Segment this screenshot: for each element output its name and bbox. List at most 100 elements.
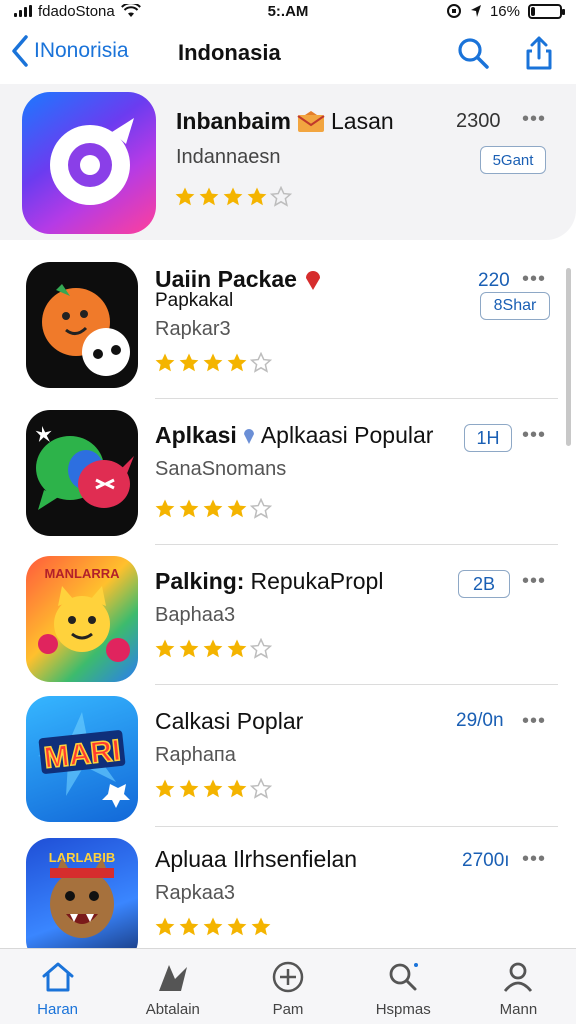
star-filled-icon [179, 779, 199, 798]
star-filled-icon [223, 187, 243, 206]
battery-fill [531, 6, 536, 16]
location-icon [470, 5, 481, 17]
featured-subtitle: Indannaesn [176, 146, 281, 168]
more-icon[interactable]: ••• [522, 424, 546, 447]
chevron-left-icon [12, 35, 28, 67]
battery-percent: 16% [489, 2, 520, 20]
app-name: Apluaa Ilrhsenfielan [155, 846, 357, 873]
tab-search[interactable]: Hspmas [346, 949, 461, 1024]
star-filled-icon [227, 499, 247, 518]
star-filled-icon [203, 499, 223, 518]
tab-home[interactable]: Haran [0, 949, 115, 1024]
app-row[interactable]: MARI Calkasi Poplar Raphaпa 29/0n ••• [0, 690, 576, 834]
app-row[interactable]: Uaiin Packae Papkakal Rapkar3 220 ••• 8S… [0, 258, 576, 402]
app-name: Palking: RepukaPropl [155, 568, 383, 595]
search-icon [389, 963, 419, 991]
app-name: Aplkasi Aplkaasi Popular [155, 422, 433, 449]
star-filled-icon [175, 187, 195, 206]
featured-get-button[interactable]: 5Gant [480, 146, 546, 174]
back-button[interactable]: INonorisia [10, 34, 129, 68]
apps-icon [158, 965, 187, 991]
app-icon[interactable]: LARLABIB [26, 838, 138, 964]
star-filled-icon [155, 353, 175, 372]
app-subtitle: Raphaпa [155, 744, 236, 766]
pin-icon [305, 270, 320, 290]
app-name: Uaiin Packae [155, 266, 323, 293]
app-name-extra: Aplkaasi Popular [260, 422, 434, 448]
more-icon[interactable]: ••• [522, 268, 546, 291]
featured-name-extra: Lasan [331, 108, 394, 134]
rating-stars [154, 778, 272, 800]
signal-icon [14, 5, 32, 17]
star-empty-icon [270, 186, 292, 207]
app-name-text: Apluaa Ilrhsenfielan [155, 846, 358, 872]
featured-name-text: Inbanbaim [176, 108, 292, 134]
svg-text:MANLARRA: MANLARRA [44, 566, 120, 581]
plus-circle-icon [272, 961, 304, 993]
tab-profile[interactable]: Mann [461, 949, 576, 1024]
star-empty-icon [250, 352, 272, 373]
app-row[interactable]: Aplkasi Aplkaasi Popular SanaSnomans 1H … [0, 404, 576, 548]
app-name-secondary: Papkakal [155, 290, 234, 311]
cat-character-icon: MANLARRA [38, 566, 130, 662]
app-name-extra: RepukaPropl [250, 568, 384, 594]
app-name-text: Calkasi Poplar [155, 708, 304, 734]
star-empty-icon [250, 498, 272, 519]
star-filled-icon [179, 639, 199, 658]
star-filled-icon [251, 917, 271, 936]
get-button[interactable]: 1H [464, 424, 512, 452]
app-icon[interactable]: MARI [26, 696, 138, 822]
rating-stars [154, 498, 272, 520]
back-label: INonorisia [34, 39, 129, 62]
get-button[interactable]: 2B [458, 570, 510, 598]
scrollbar[interactable] [566, 268, 571, 446]
app-icon[interactable] [26, 262, 138, 388]
row-divider [155, 398, 558, 399]
star-filled-icon [227, 779, 247, 798]
location-pin-icon [243, 428, 254, 444]
star-empty-icon [250, 778, 272, 799]
lock-rotation-icon [446, 4, 461, 18]
tab-add[interactable]: Pam [230, 949, 345, 1024]
star-filled-icon [227, 917, 247, 936]
search-button[interactable] [454, 34, 492, 72]
star-filled-icon [155, 917, 175, 936]
rating-stars [154, 916, 272, 938]
star-filled-icon [203, 639, 223, 658]
app-row[interactable]: MANLARRA Palking: RepukaPropl Baphaa3 2B… [0, 550, 576, 694]
rating-stars [154, 638, 272, 660]
app-subtitle: Rapkaa3 [155, 882, 236, 904]
more-icon[interactable]: ••• [522, 710, 546, 733]
tab-apps[interactable]: Abtalain [115, 949, 230, 1024]
star-filled-icon [203, 917, 223, 936]
game-logo-icon: MARI [38, 712, 130, 808]
rating-stars [154, 352, 272, 374]
rating-stars [174, 186, 292, 208]
more-icon[interactable]: ••• [522, 570, 546, 593]
share-button[interactable] [520, 34, 558, 72]
wifi-icon [120, 4, 141, 17]
star-empty-icon [250, 638, 272, 659]
orange-mascot-icon [42, 284, 130, 376]
more-icon[interactable]: ••• [522, 848, 546, 871]
app-subtitle: Rapkar3 [155, 318, 231, 340]
navigation-bar: INonorisia Indonasia [0, 22, 576, 84]
featured-app-icon[interactable] [22, 92, 156, 234]
page-title: Indonasia [178, 40, 281, 65]
share-icon [526, 36, 552, 70]
get-button[interactable]: 8Shar [480, 292, 550, 320]
star-filled-icon [227, 639, 247, 658]
app-icon[interactable] [26, 410, 138, 536]
icon-logo-text: MARI [42, 734, 122, 775]
envelope-icon [297, 110, 325, 132]
tab-label: Hspmas [375, 1001, 431, 1018]
tab-label: Pam [272, 1001, 304, 1018]
app-icon[interactable]: MANLARRA [26, 556, 138, 682]
star-filled-icon [247, 187, 267, 206]
carrier-label: fdadoStona [38, 2, 115, 20]
star-filled-icon [155, 639, 175, 658]
app-name-text: Aplkasi [155, 422, 237, 448]
more-icon[interactable]: ••• [522, 108, 546, 131]
featured-count: 2300 [456, 110, 501, 132]
search-icon [458, 38, 489, 69]
